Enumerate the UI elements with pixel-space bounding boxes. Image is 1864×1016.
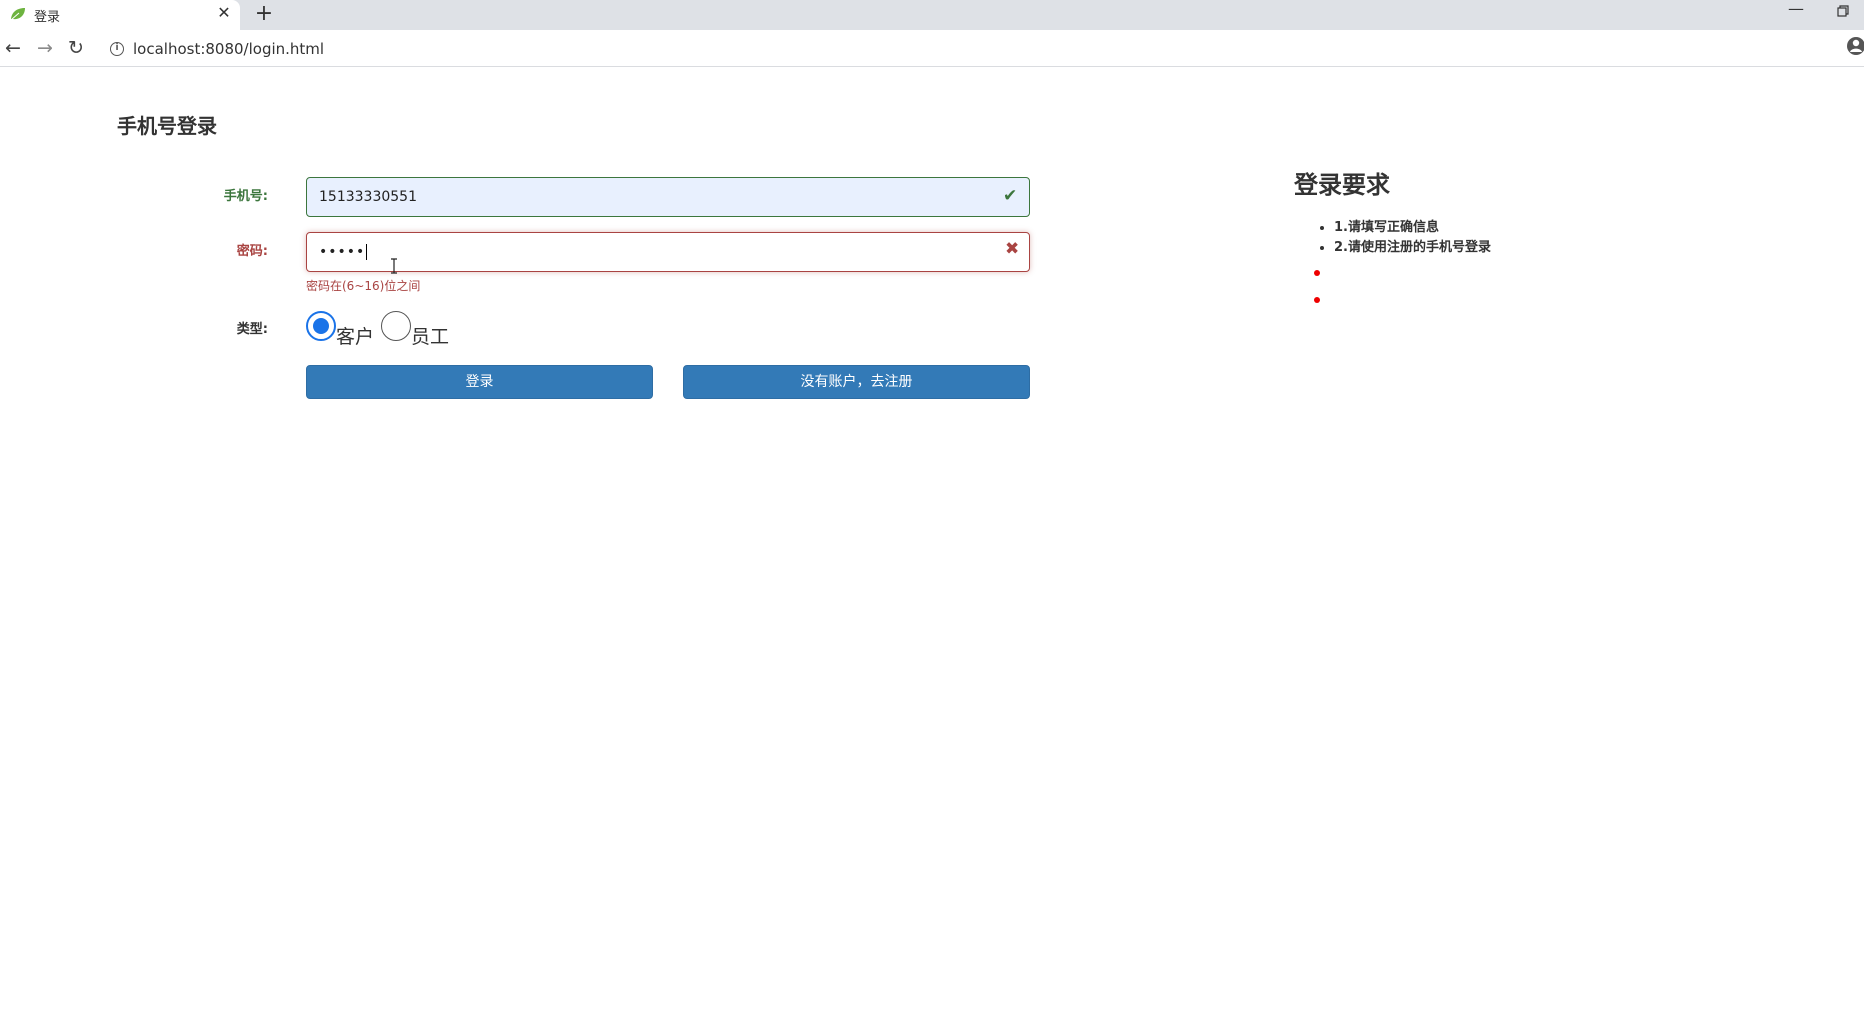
staff-radio-label[interactable]: 员工: [411, 322, 449, 349]
requirements-list: 1.请填写正确信息 2.请使用注册的手机号登录: [1320, 218, 1491, 258]
password-input[interactable]: •••••: [306, 232, 1030, 272]
list-item: 1.请填写正确信息: [1320, 218, 1491, 238]
browser-tab[interactable]: 登录 ✕: [0, 0, 240, 30]
customer-radio[interactable]: [306, 311, 336, 341]
ibeam-cursor-icon: [391, 258, 397, 274]
restore-button[interactable]: [1832, 0, 1854, 22]
list-item: 2.请使用注册的手机号登录: [1320, 238, 1491, 258]
address-bar[interactable]: i localhost:8080/login.html ☆: [100, 34, 1820, 64]
phone-input[interactable]: 15133330551: [306, 177, 1030, 217]
reload-icon[interactable]: ↻: [63, 35, 89, 61]
leaf-favicon-icon: [10, 8, 25, 21]
invalid-cross-icon: ✖: [1005, 239, 1020, 259]
error-dot: [1314, 297, 1320, 303]
back-arrow-icon[interactable]: ←: [0, 35, 26, 61]
phone-label: 手机号:: [223, 189, 268, 204]
requirements-title: 登录要求: [1294, 171, 1390, 199]
browser-toolbar: ← → ↻ i localhost:8080/login.html ☆: [0, 30, 1864, 67]
password-label: 密码:: [236, 244, 268, 259]
restore-icon: [1837, 5, 1849, 17]
valid-check-icon: ✔: [1003, 186, 1018, 206]
tab-strip: 登录 ✕ + —: [0, 0, 1864, 30]
forward-arrow-icon[interactable]: →: [32, 35, 58, 61]
page-title: 手机号登录: [117, 114, 217, 138]
new-tab-button[interactable]: +: [251, 1, 277, 27]
customer-radio-label[interactable]: 客户: [336, 322, 374, 349]
info-icon[interactable]: i: [110, 42, 124, 56]
login-button[interactable]: 登录: [306, 365, 653, 399]
staff-radio[interactable]: [381, 311, 411, 341]
tab-close-icon[interactable]: ✕: [214, 3, 234, 23]
url-text[interactable]: localhost:8080/login.html: [133, 40, 324, 58]
error-dot: [1314, 270, 1320, 276]
minimize-button[interactable]: —: [1785, 0, 1807, 22]
tab-title: 登录: [34, 10, 61, 25]
password-help-text: 密码在(6~16)位之间: [306, 279, 421, 293]
text-caret: [366, 244, 368, 260]
profile-avatar-icon[interactable]: [1846, 36, 1864, 56]
register-button[interactable]: 没有账户，去注册: [683, 365, 1030, 399]
type-label: 类型:: [236, 322, 268, 337]
password-value: •••••: [319, 244, 366, 260]
